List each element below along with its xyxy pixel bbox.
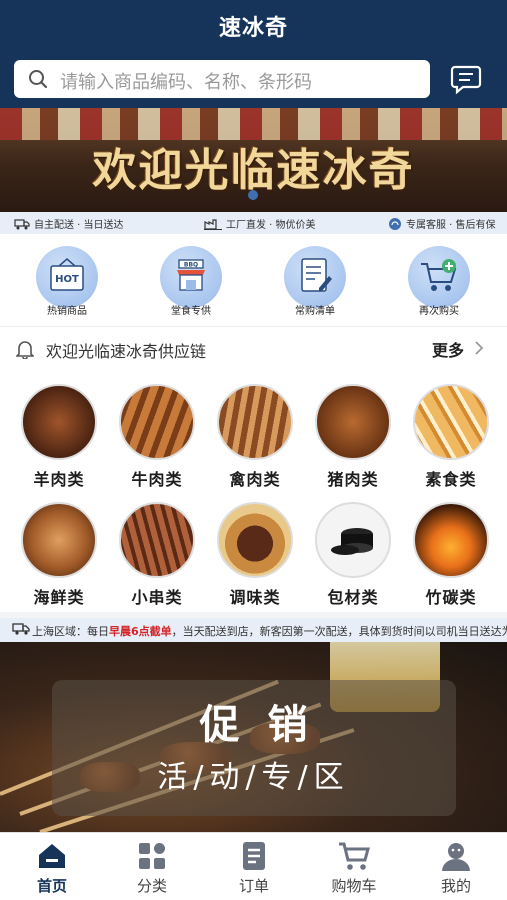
service-item-label: 自主配送 · 当日送达: [34, 220, 124, 231]
quick-link-frequent[interactable]: 常购清单: [270, 246, 360, 317]
category-seafood[interactable]: 海鲜类: [14, 502, 104, 608]
seasoning-image: [217, 502, 293, 578]
category-grid-icon: [139, 843, 165, 869]
tab-home[interactable]: 首页: [12, 841, 92, 896]
tab-category[interactable]: 分类: [112, 841, 192, 896]
service-item-factory: 工厂直发 · 物优价美: [204, 216, 316, 231]
quick-link-label: 热销商品: [47, 306, 87, 317]
category-label: 小串类: [131, 588, 183, 607]
poultry-skewers-image: [217, 384, 293, 460]
quick-link-hot[interactable]: HOT 热销商品: [22, 246, 112, 317]
promo-subtitle: 活/动/专/区: [157, 760, 350, 795]
hot-box-icon: HOT: [50, 258, 84, 291]
app-title: 速冰奇: [218, 16, 288, 41]
notice-bar[interactable]: 欢迎光临速冰奇供应链 更多: [0, 326, 507, 368]
tab-label: 订单: [238, 877, 269, 895]
order-list-icon: [243, 842, 265, 870]
category-beef[interactable]: 牛肉类: [112, 384, 202, 490]
promo-banner[interactable]: 促销 活/动/专/区: [0, 642, 507, 832]
lamb-skewers-image: [21, 384, 97, 460]
truck-icon: [14, 218, 30, 229]
category-label: 羊肉类: [33, 470, 85, 489]
hot-badge: HOT: [55, 274, 79, 285]
tab-label: 分类: [136, 877, 167, 895]
message-icon: [450, 65, 482, 95]
category-label: 海鲜类: [33, 588, 85, 607]
service-bar: 自主配送 · 当日送达 工厂直发 · 物优价美 专属客服 · 售后有保: [0, 212, 507, 234]
category-seasoning[interactable]: 调味类: [210, 502, 300, 608]
vegetarian-skewers-image: [413, 384, 489, 460]
app-header: 速冰奇 请输入商品编码、名称、条形码: [0, 0, 507, 108]
truck-icon: [12, 623, 30, 635]
home-icon: [39, 844, 65, 868]
checklist-icon: [301, 258, 332, 292]
category-label: 牛肉类: [131, 470, 183, 489]
bell-icon: [16, 341, 34, 359]
beef-skewers-image: [119, 384, 195, 460]
service-item-delivery: 自主配送 · 当日送达: [14, 216, 124, 231]
more-link[interactable]: 更多: [432, 337, 464, 361]
notice-text: 欢迎光临速冰奇供应链: [46, 342, 207, 361]
cart-plus-icon: [421, 259, 457, 291]
category-label: 竹碳类: [425, 588, 477, 607]
category-vegetarian[interactable]: 素食类: [406, 384, 496, 490]
promo-title: 促销: [199, 702, 336, 748]
delivery-suffix: ，当天配送到店，新客因第一次配送，具体到货时间以司机当日送达为准: [171, 625, 507, 638]
delivery-notice: 上海区域：每日早晨6点截单，当天配送到店，新客因第一次配送，具体到货时间以司机当…: [0, 618, 507, 642]
shopping-cart-icon: [339, 842, 370, 870]
category-label: 素食类: [425, 470, 477, 489]
delivery-prefix: 上海区域：每日: [32, 625, 109, 638]
service-item-support: 专属客服 · 售后有保: [388, 216, 496, 231]
bbq-badge: BBQ: [184, 262, 198, 269]
search-input[interactable]: 请输入商品编码、名称、条形码: [60, 68, 312, 94]
banner-indicator-dot[interactable]: [248, 190, 258, 200]
tab-label: 首页: [36, 877, 67, 895]
user-profile-icon: [442, 843, 470, 871]
quick-link-label: 堂食专供: [171, 306, 211, 317]
factory-icon: [204, 218, 222, 230]
category-small-skewers[interactable]: 小串类: [112, 502, 202, 608]
charcoal-image: [413, 502, 489, 578]
packaging-image: [315, 502, 391, 578]
service-item-label: 专属客服 · 售后有保: [406, 220, 496, 231]
category-grid: 羊肉类 牛肉类 禽肉类 猪肉类 素食类 海鲜类 小串类 调味类 包材类 竹碳类: [0, 368, 507, 612]
service-item-label: 工厂直发 · 物优价美: [226, 220, 316, 231]
quick-links: HOT 热销商品 BBQ 堂食专供 常购清单 再次购买: [0, 234, 507, 326]
bottom-tab-bar: 首页 分类 订单 购物车 我的: [0, 832, 507, 900]
headset-icon: [389, 217, 401, 230]
category-label: 包材类: [327, 588, 379, 607]
delivery-cutoff: 早晨6点截单: [109, 625, 172, 638]
quick-link-rebuy[interactable]: 再次购买: [394, 246, 484, 317]
seafood-squid-image: [21, 502, 97, 578]
delivery-text: 上海区域：每日早晨6点截单，当天配送到店，新客因第一次配送，具体到货时间以司机当…: [32, 623, 507, 639]
category-poultry[interactable]: 禽肉类: [210, 384, 300, 490]
bbq-shop-icon: BBQ: [177, 259, 205, 291]
quick-link-dine-in[interactable]: BBQ 堂食专供: [146, 246, 236, 317]
pork-skewers-image: [315, 384, 391, 460]
container-box-icon: [331, 528, 373, 555]
search-bar[interactable]: 请输入商品编码、名称、条形码: [14, 60, 430, 98]
message-button[interactable]: [446, 62, 486, 96]
category-label: 调味类: [229, 588, 281, 607]
small-skewers-image: [119, 502, 195, 578]
quick-link-label: 常购清单: [295, 306, 335, 317]
category-label: 猪肉类: [327, 470, 379, 489]
tab-profile[interactable]: 我的: [416, 841, 496, 896]
search-icon: [29, 70, 48, 89]
tab-label: 我的: [440, 877, 471, 895]
category-packaging[interactable]: 包材类: [308, 502, 398, 608]
tab-label: 购物车: [331, 877, 377, 895]
category-lamb[interactable]: 羊肉类: [14, 384, 104, 490]
category-charcoal[interactable]: 竹碳类: [406, 502, 496, 608]
category-label: 禽肉类: [229, 470, 281, 489]
banner-title: 欢迎光临速冰奇: [92, 145, 415, 196]
quick-link-label: 再次购买: [419, 306, 459, 317]
category-pork[interactable]: 猪肉类: [308, 384, 398, 490]
tab-orders[interactable]: 订单: [214, 841, 294, 896]
chevron-right-icon[interactable]: [474, 340, 484, 356]
tab-cart[interactable]: 购物车: [314, 841, 394, 896]
